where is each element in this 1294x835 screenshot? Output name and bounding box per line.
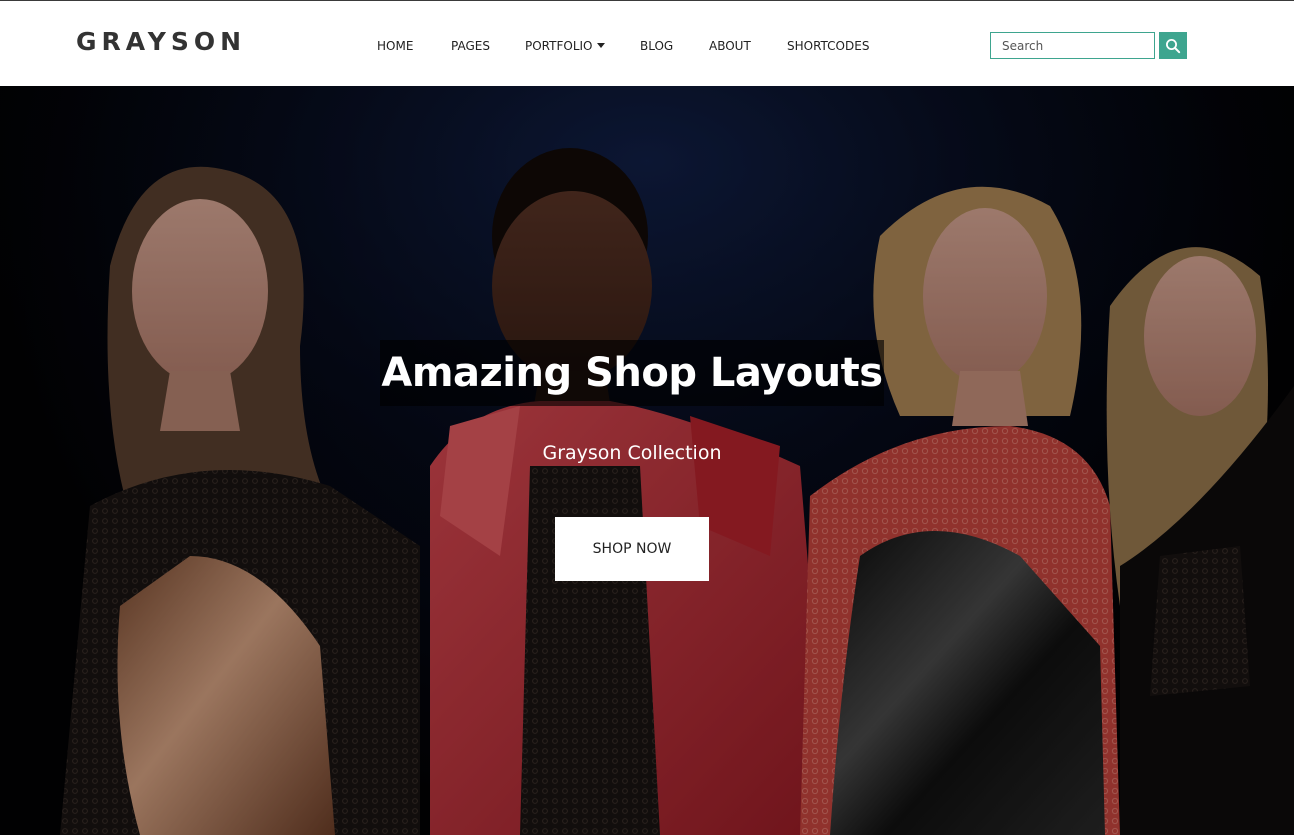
nav-item-about[interactable]: ABOUT [709, 39, 751, 53]
site-logo[interactable]: GRAYSON [76, 27, 246, 56]
caret-down-icon [596, 43, 605, 48]
hero-banner: Amazing Shop Layouts Grayson Collection … [0, 86, 1294, 835]
search-icon [1166, 38, 1181, 53]
nav-item-shortcodes[interactable]: SHORTCODES [787, 39, 869, 53]
nav-item-blog[interactable]: BLOG [640, 39, 673, 53]
shop-now-button[interactable]: SHOP NOW [555, 517, 709, 581]
search-button[interactable] [1159, 32, 1187, 59]
nav-item-home[interactable]: HOME [377, 39, 413, 53]
hero-subtitle: Grayson Collection [542, 442, 722, 464]
search-input[interactable] [990, 32, 1155, 59]
hero-title: Amazing Shop Layouts [381, 350, 883, 396]
site-header: GRAYSON HOME PAGES PORTFOLIO BLOG ABOUT … [0, 0, 1294, 86]
nav-item-pages[interactable]: PAGES [451, 39, 490, 53]
nav-item-portfolio[interactable]: PORTFOLIO [525, 39, 605, 53]
hero-title-box: Amazing Shop Layouts [380, 340, 884, 406]
nav-item-portfolio-label: PORTFOLIO [525, 39, 593, 53]
